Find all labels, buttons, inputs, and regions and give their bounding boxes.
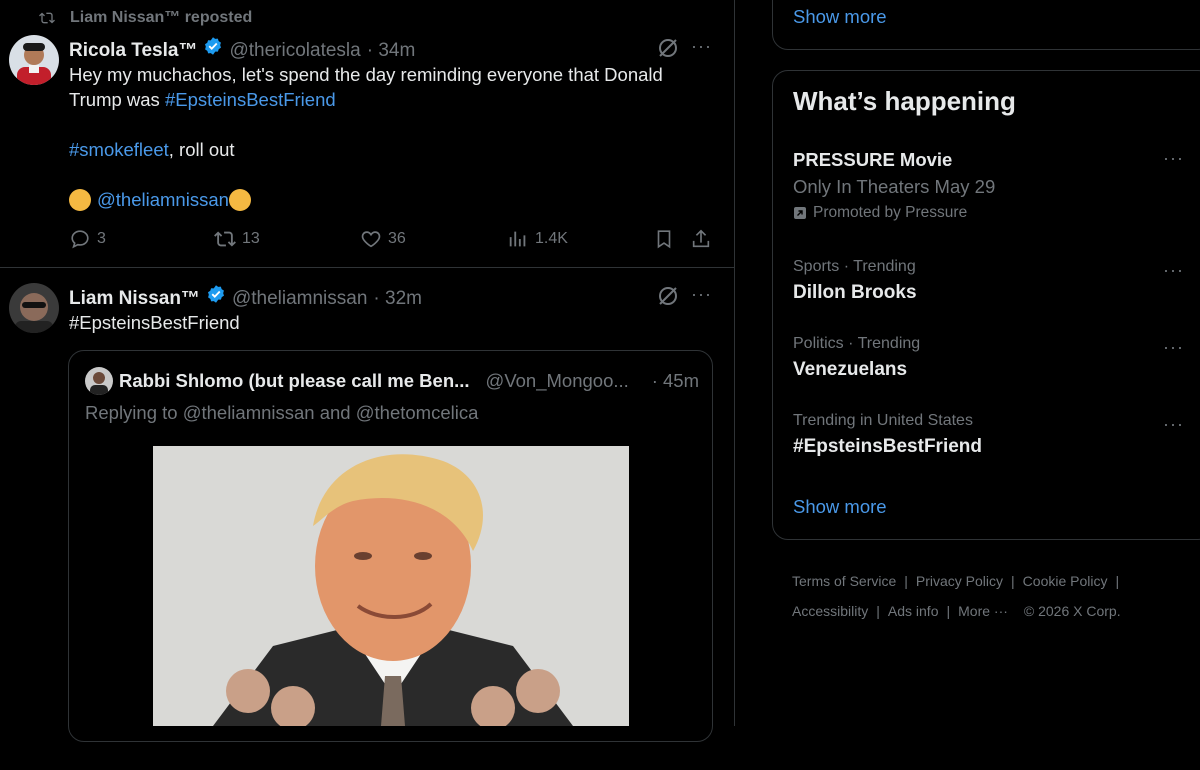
hashtag-link[interactable]: #EpsteinsBestFriend bbox=[69, 310, 240, 335]
grok-icon[interactable] bbox=[656, 36, 680, 60]
show-more-link[interactable]: Show more bbox=[793, 6, 887, 28]
ads-info-link[interactable]: Ads info bbox=[888, 603, 939, 619]
hashtag-link[interactable]: #smokefleet bbox=[69, 139, 169, 160]
quote-header: Rabbi Shlomo (but please call me Ben... … bbox=[119, 370, 699, 392]
repost-button[interactable]: 13 bbox=[214, 228, 260, 250]
repost-icon bbox=[214, 231, 236, 247]
post-line: Trump was #EpsteinsBestFriend bbox=[69, 87, 709, 112]
trend-more-icon[interactable]: ··· bbox=[1163, 414, 1184, 435]
trend-more-icon[interactable]: ··· bbox=[1163, 260, 1184, 281]
portrait-image bbox=[153, 446, 629, 726]
repost-label: Liam Nissan™ reposted bbox=[70, 9, 253, 26]
privacy-link[interactable]: Privacy Policy bbox=[916, 573, 1003, 589]
avatar bbox=[85, 367, 113, 395]
post-time[interactable]: · 34m bbox=[367, 40, 416, 62]
repost-icon bbox=[39, 12, 55, 24]
trend-title: PRESSURE Movie bbox=[793, 149, 953, 170]
share-icon[interactable] bbox=[690, 228, 712, 250]
quoted-image[interactable] bbox=[153, 446, 629, 726]
more-options-icon[interactable]: ··· bbox=[691, 284, 712, 305]
copyright: © 2026 X Corp. bbox=[1023, 603, 1121, 619]
panel-title: What’s happening bbox=[793, 86, 1016, 116]
quote-time: · 45m bbox=[651, 370, 699, 391]
mention-link[interactable]: @theliamnissan bbox=[97, 187, 229, 212]
bookmark-icon[interactable] bbox=[653, 228, 675, 250]
repost-indicator[interactable]: Liam Nissan™ reposted bbox=[38, 9, 252, 27]
repost-count: 13 bbox=[242, 230, 260, 247]
trend-item[interactable]: Sports · Trending Dillon Brooks bbox=[793, 258, 1193, 304]
trend-meta: Politics · Trending bbox=[793, 335, 921, 352]
avatar[interactable] bbox=[9, 35, 59, 85]
reply-count: 3 bbox=[97, 230, 106, 247]
verified-badge-icon bbox=[207, 285, 224, 303]
views-button[interactable]: 1.4K bbox=[507, 228, 568, 250]
trend-meta: Trending in United States bbox=[793, 412, 973, 429]
footer-row: Terms of Service | Privacy Policy | Cookie P… bbox=[792, 573, 1120, 589]
terms-link[interactable]: Terms of Service bbox=[792, 573, 896, 589]
whats-happening-panel bbox=[772, 70, 1200, 540]
salute-emoji-icon bbox=[69, 188, 91, 211]
like-button[interactable]: 36 bbox=[360, 228, 406, 250]
author-handle[interactable]: @theliamnissan bbox=[232, 288, 367, 310]
replying-to: Replying to @theliamnissan and @thetomce… bbox=[85, 402, 479, 423]
grok-icon[interactable] bbox=[656, 284, 680, 308]
like-count: 36 bbox=[388, 230, 406, 247]
more-options-icon[interactable]: ··· bbox=[691, 36, 712, 57]
timeline-column: Liam Nissan™ reposted Ricola Tesla™ @the… bbox=[0, 0, 735, 742]
post-line: @theliamnissan bbox=[69, 187, 709, 212]
accessibility-link[interactable]: Accessibility bbox=[792, 603, 868, 619]
trend-item[interactable]: PRESSURE Movie Only In Theaters May 29 P… bbox=[793, 149, 1193, 222]
author-name[interactable]: Ricola Tesla™ bbox=[69, 40, 197, 62]
verified-badge-icon bbox=[205, 37, 222, 55]
views-icon bbox=[509, 231, 526, 247]
promoted-icon bbox=[794, 207, 806, 219]
heart-icon bbox=[361, 231, 381, 248]
promoted-label: Promoted by Pressure bbox=[793, 204, 1193, 222]
post-line-text: Trump was bbox=[69, 89, 165, 110]
quote-author-name: Rabbi Shlomo (but please call me Ben... bbox=[119, 370, 470, 391]
post-line: #smokefleet, roll out bbox=[69, 137, 709, 162]
trend-title: Dillon Brooks bbox=[793, 282, 917, 303]
show-more-link[interactable]: Show more bbox=[793, 496, 887, 518]
views-count: 1.4K bbox=[535, 230, 568, 247]
salute-emoji-icon bbox=[228, 188, 251, 211]
post-line: Hey my muchachos, let's spend the day re… bbox=[69, 64, 663, 85]
avatar[interactable] bbox=[9, 283, 59, 333]
author-name[interactable]: Liam Nissan™ bbox=[69, 288, 200, 310]
author-handle[interactable]: @thericolatesla bbox=[229, 40, 360, 62]
post-divider bbox=[0, 267, 734, 268]
footer-links: Terms of Service | Privacy Policy | Cookie P… bbox=[792, 566, 1192, 626]
post-time[interactable]: · 32m bbox=[373, 288, 422, 310]
trend-item[interactable]: Trending in United States #EpsteinsBestF… bbox=[793, 412, 1193, 458]
promoted-text: Promoted by Pressure bbox=[813, 204, 968, 221]
trend-title: #EpsteinsBestFriend bbox=[793, 436, 982, 457]
post-line-text: , roll out bbox=[168, 139, 235, 160]
cookie-link[interactable]: Cookie Policy bbox=[1023, 573, 1108, 589]
trend-subtitle: Only In Theaters May 29 bbox=[793, 176, 996, 197]
post-actions: 3 13 36 1.4K bbox=[69, 228, 714, 250]
trend-more-icon[interactable]: ··· bbox=[1163, 148, 1184, 169]
trend-item[interactable]: Politics · Trending Venezuelans bbox=[793, 335, 1193, 381]
reply-icon bbox=[71, 230, 89, 249]
trend-title: Venezuelans bbox=[793, 359, 908, 380]
quote-author-handle: @Von_Mongoo... bbox=[485, 370, 629, 391]
trend-meta: Sports · Trending bbox=[793, 258, 916, 275]
post-text: Hey my muchachos, let's spend the day re… bbox=[69, 62, 709, 212]
footer-row: Accessibility | Ads info | More ··· © 2026 X … bbox=[792, 603, 1121, 619]
reply-button[interactable]: 3 bbox=[69, 228, 106, 250]
post-header: Ricola Tesla™ @thericolatesla · 34m bbox=[69, 36, 415, 62]
post-header: Liam Nissan™ @theliamnissan · 32m bbox=[69, 284, 422, 310]
hashtag-link[interactable]: #EpsteinsBestFriend bbox=[165, 89, 336, 110]
more-link[interactable]: More ··· bbox=[958, 603, 1008, 619]
trend-more-icon[interactable]: ··· bbox=[1163, 337, 1184, 358]
